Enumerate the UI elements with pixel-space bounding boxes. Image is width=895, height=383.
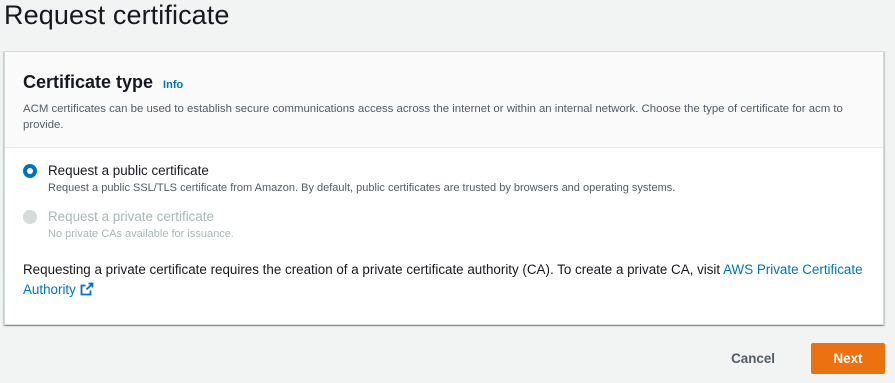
radio-button-private (23, 210, 37, 224)
panel-title-row: Certificate type Info (23, 72, 865, 93)
next-button[interactable]: Next (811, 343, 885, 374)
radio-option-private: Request a private certificate No private… (23, 208, 865, 242)
radio-label-public[interactable]: Request a public certificate (48, 162, 675, 180)
radio-button-public[interactable] (23, 164, 37, 178)
wizard-footer: Cancel Next (711, 343, 885, 374)
radio-label-private: Request a private certificate (48, 209, 214, 224)
certificate-type-panel: Certificate type Info ACM certificates c… (4, 51, 884, 325)
radio-description-public: Request a public SSL/TLS certificate fro… (48, 182, 676, 194)
panel-title: Certificate type (23, 72, 154, 92)
private-ca-note: Requesting a private certificate require… (23, 260, 873, 302)
cancel-button[interactable]: Cancel (711, 345, 795, 372)
radio-description-private: No private CAs available for issuance. (48, 228, 234, 240)
radio-option-public[interactable]: Request a public certificate Request a p… (23, 162, 865, 196)
private-ca-note-text: Requesting a private certificate require… (23, 262, 724, 277)
panel-body: Request a public certificate Request a p… (5, 148, 883, 302)
panel-header: Certificate type Info ACM certificates c… (5, 52, 883, 148)
panel-description: ACM certificates can be used to establis… (23, 103, 843, 131)
page-title: Request certificate (4, 0, 230, 30)
external-link-icon[interactable] (80, 282, 94, 302)
info-link[interactable]: Info (163, 79, 183, 91)
